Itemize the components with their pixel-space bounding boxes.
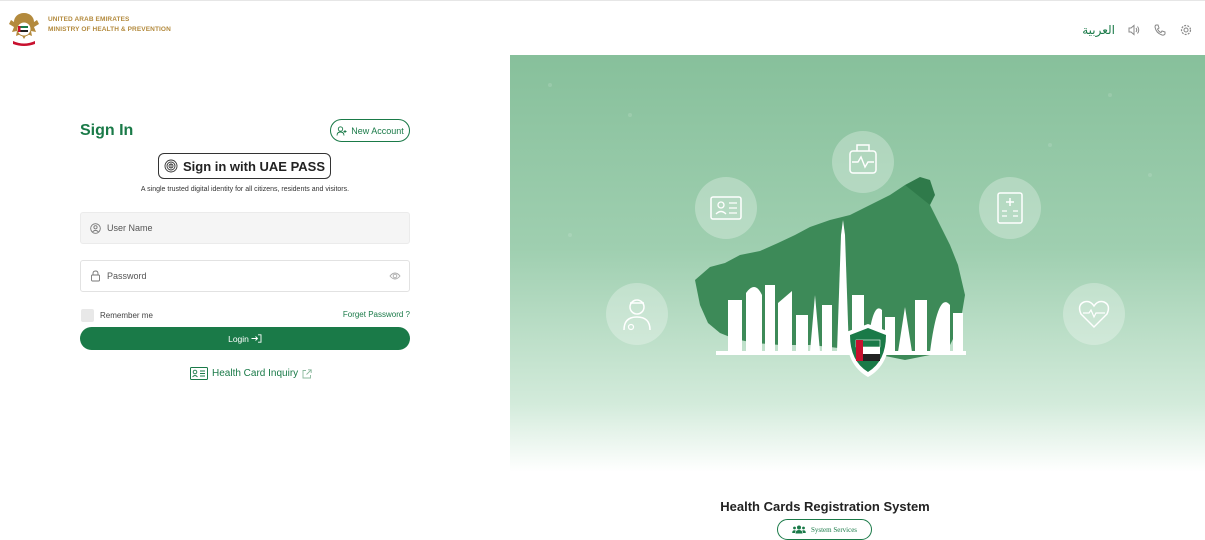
remember-checkbox[interactable]: [81, 309, 94, 322]
page: UNITED ARAB EMIRATES MINISTRY OF HEALTH …: [0, 0, 1205, 540]
remember-me[interactable]: Remember me: [81, 309, 153, 322]
new-account-label: New Account: [351, 125, 404, 136]
remember-label: Remember me: [100, 311, 153, 320]
password-placeholder: Password: [107, 271, 147, 281]
uaepass-label: Sign in with UAE PASS: [182, 158, 326, 174]
org-line-2: MINISTRY OF HEALTH & PREVENTION: [48, 26, 171, 33]
password-field[interactable]: Password: [80, 260, 410, 292]
uaepass-signin-button[interactable]: Sign in with UAE PASS: [158, 153, 331, 179]
username-placeholder: User Name: [107, 223, 153, 233]
show-password-icon[interactable]: [389, 271, 401, 281]
id-card-bubble: [695, 177, 757, 239]
uaepass-description: A single trusted digital identity for al…: [140, 186, 350, 193]
uae-emblem-logo[interactable]: [7, 10, 41, 48]
system-services-label: System Services: [810, 525, 858, 534]
sign-in-title: Sign In: [80, 122, 134, 139]
settings-icon[interactable]: [1179, 23, 1193, 37]
external-link-icon: [302, 368, 312, 378]
login-arrow-icon: [251, 334, 262, 343]
login-panel: [0, 55, 510, 540]
inquiry-label: Health Card Inquiry: [212, 368, 299, 379]
doctor-bubble: [606, 283, 668, 345]
login-button[interactable]: Login: [80, 327, 410, 350]
add-user-icon: [336, 125, 347, 136]
username-field[interactable]: User Name: [80, 212, 410, 244]
phone-icon[interactable]: [1153, 23, 1167, 37]
hero-illustration: [548, 83, 1152, 377]
lock-icon: [91, 270, 100, 282]
speaker-icon[interactable]: [1127, 23, 1141, 37]
top-header: UNITED ARAB EMIRATES MINISTRY OF HEALTH …: [0, 0, 1205, 55]
health-card-inquiry-link[interactable]: Health Card Inquiry: [190, 367, 312, 380]
org-line-1: UNITED ARAB EMIRATES: [48, 16, 130, 23]
hero-panel: [510, 55, 1205, 540]
ministry-name: UNITED ARAB EMIRATES MINISTRY OF HEALTH …: [48, 15, 171, 35]
header-actions: العربية: [1082, 23, 1193, 37]
forget-password-link[interactable]: Forget Password ?: [330, 310, 410, 319]
new-account-button[interactable]: New Account: [330, 119, 410, 142]
user-icon: [90, 222, 101, 234]
language-switch[interactable]: العربية: [1082, 23, 1115, 37]
login-label: Login: [228, 333, 249, 344]
system-services-button[interactable]: System Services: [777, 519, 872, 540]
users-group-icon: [792, 525, 806, 534]
medical-kit-bubble: [832, 131, 894, 193]
uae-shield-emblem: [846, 324, 890, 377]
id-card-icon: [190, 367, 208, 380]
hospital-bubble: [979, 177, 1041, 239]
heart-bubble: [1063, 283, 1125, 345]
fingerprint-icon: [164, 159, 178, 173]
system-title: Health Cards Registration System: [720, 499, 930, 514]
